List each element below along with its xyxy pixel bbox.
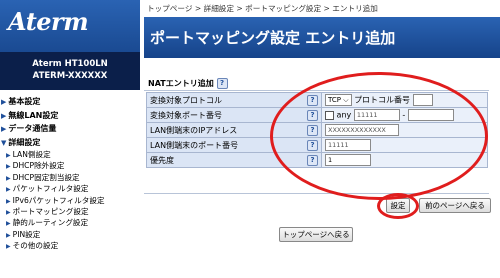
device-id: ATERM-XXXXXX bbox=[32, 71, 108, 81]
form-row-priority: 優先度? 1 bbox=[146, 152, 488, 168]
sidebar-subitem-port-mapping[interactable]: ▶ ポートマッピング設定 bbox=[0, 206, 140, 217]
section-title: NATエントリ追加 ? bbox=[148, 78, 228, 89]
help-icon[interactable]: ? bbox=[307, 94, 318, 106]
priority-input[interactable]: 1 bbox=[325, 154, 371, 166]
triangle-right-icon: ▶ bbox=[6, 163, 11, 171]
sidebar-subitem-dhcp-exclude[interactable]: ▶ DHCP除外設定 bbox=[0, 160, 140, 171]
divider bbox=[144, 193, 489, 194]
sidebar-subitem-dhcp-fixed[interactable]: ▶ DHCP固定割当設定 bbox=[0, 172, 140, 183]
divider bbox=[144, 90, 489, 91]
sidebar-subitem-other[interactable]: ▶ その他の設定 bbox=[0, 240, 140, 251]
model-name: Aterm HT100LN bbox=[32, 59, 108, 69]
any-checkbox[interactable] bbox=[325, 110, 334, 120]
priority-label: 優先度 bbox=[150, 155, 174, 165]
form-row-lan-port: LAN側端末のポート番号? 11111 bbox=[146, 137, 488, 153]
triangle-right-icon: ▶ bbox=[6, 186, 11, 194]
triangle-right-icon: ▶ bbox=[6, 220, 11, 228]
sidebar-subitem-pin[interactable]: ▶ PIN設定 bbox=[0, 229, 140, 240]
port-from-input[interactable]: 11111 bbox=[353, 109, 400, 121]
ip-label: LAN側端末のIPアドレス bbox=[150, 125, 238, 135]
triangle-right-icon: ▶ bbox=[1, 111, 7, 120]
help-icon[interactable]: ? bbox=[216, 78, 228, 89]
sidebar-nav: ▶ 基本設定 ▶ 無線LAN設定 ▶ データ通信量 ▼ 詳細設定 ▶ LAN側設定 ▶ DH… bbox=[0, 95, 140, 252]
sidebar-subitem-ipv6-filter[interactable]: ▶ IPv6パケットフィルタ設定 bbox=[0, 195, 140, 206]
triangle-right-icon: ▶ bbox=[6, 174, 11, 182]
breadcrumb[interactable]: トップページ > 詳細設定 > ポートマッピング設定 > エントリ追加 bbox=[147, 3, 378, 14]
triangle-right-icon: ▶ bbox=[1, 98, 7, 106]
help-icon[interactable]: ? bbox=[307, 154, 318, 166]
lan-port-label: LAN側端末のポート番号 bbox=[150, 140, 239, 150]
form-row-protocol: 変換対象プロトコル? TCP ⌵ プロトコル番号 bbox=[146, 92, 488, 108]
model-box: Aterm HT100LN ATERM-XXXXXX bbox=[0, 52, 140, 90]
triangle-right-icon: ▶ bbox=[6, 152, 11, 159]
aterm-logo: Aterm bbox=[8, 7, 89, 36]
logo-area: Aterm bbox=[0, 0, 140, 52]
page-title: ポートマッピング設定 エントリ追加 bbox=[150, 29, 396, 47]
port-separator: - bbox=[402, 110, 406, 120]
any-label: any bbox=[336, 110, 352, 120]
triangle-right-icon: ▶ bbox=[6, 197, 11, 205]
sidebar-item-basic[interactable]: ▶ 基本設定 bbox=[0, 95, 140, 109]
triangle-right-icon: ▶ bbox=[6, 243, 11, 251]
protocol-label: 変換対象プロトコル bbox=[150, 95, 222, 105]
help-icon[interactable]: ? bbox=[307, 109, 318, 121]
nat-entry-form: 変換対象プロトコル? TCP ⌵ プロトコル番号 変換対象ポート番号? any … bbox=[146, 92, 488, 168]
protocol-select[interactable]: TCP ⌵ bbox=[325, 94, 352, 106]
sidebar-item-wireless[interactable]: ▶ 無線LAN設定 bbox=[0, 109, 140, 123]
protocol-number-label: プロトコル番号 bbox=[354, 95, 411, 105]
page-header: ポートマッピング設定 エントリ追加 bbox=[144, 17, 500, 58]
form-row-ip: LAN側端末のIPアドレス? XXXXXXXXXXXXX bbox=[146, 122, 488, 138]
port-to-input[interactable] bbox=[407, 109, 454, 121]
triangle-right-icon: ▶ bbox=[6, 208, 11, 216]
form-row-port: 変換対象ポート番号? any 11111 - bbox=[146, 107, 488, 123]
lan-port-input[interactable]: 11111 bbox=[325, 139, 371, 151]
port-label: 変換対象ポート番号 bbox=[150, 110, 222, 120]
triangle-right-icon: ▶ bbox=[6, 231, 11, 239]
sidebar-subitem-static-routing[interactable]: ▶ 静的ルーティング設定 bbox=[0, 217, 140, 228]
sidebar-item-data-usage[interactable]: ▶ データ通信量 bbox=[0, 122, 140, 136]
triangle-down-icon: ▼ bbox=[1, 138, 7, 147]
help-icon[interactable]: ? bbox=[307, 139, 318, 151]
sidebar: Aterm Aterm HT100LN ATERM-XXXXXX ▶ 基本設定 ▶… bbox=[0, 0, 140, 278]
back-button[interactable]: 前のページへ戻る bbox=[419, 198, 491, 213]
top-page-button[interactable]: トップページへ戻る bbox=[279, 227, 353, 242]
set-button[interactable]: 設定 bbox=[386, 198, 410, 213]
sidebar-subitem-packet-filter[interactable]: ▶ パケットフィルタ設定 bbox=[0, 183, 140, 194]
triangle-right-icon: ▶ bbox=[1, 125, 7, 133]
ip-address-input[interactable]: XXXXXXXXXXXXX bbox=[325, 124, 399, 136]
sidebar-subitem-lan[interactable]: ▶ LAN側設定 bbox=[0, 149, 140, 160]
protocol-number-input[interactable] bbox=[412, 94, 433, 106]
help-icon[interactable]: ? bbox=[307, 124, 318, 136]
sidebar-item-advanced[interactable]: ▼ 詳細設定 bbox=[0, 136, 140, 150]
